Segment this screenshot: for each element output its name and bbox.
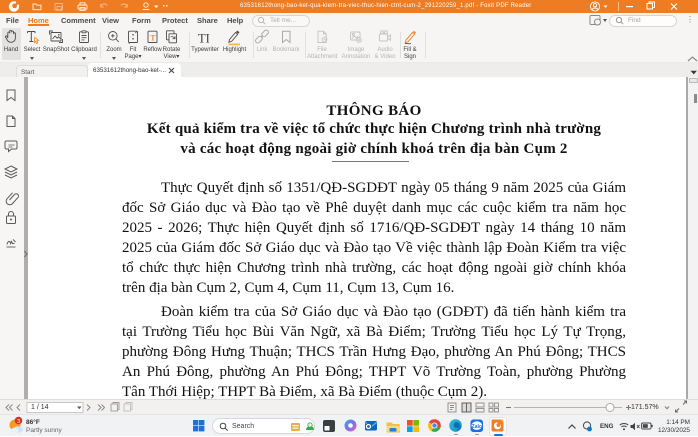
svg-text:3: 3 xyxy=(17,419,20,425)
svg-text:T: T xyxy=(150,33,156,42)
svg-text:Zalo: Zalo xyxy=(472,424,482,430)
svg-text:TI: TI xyxy=(198,31,210,45)
